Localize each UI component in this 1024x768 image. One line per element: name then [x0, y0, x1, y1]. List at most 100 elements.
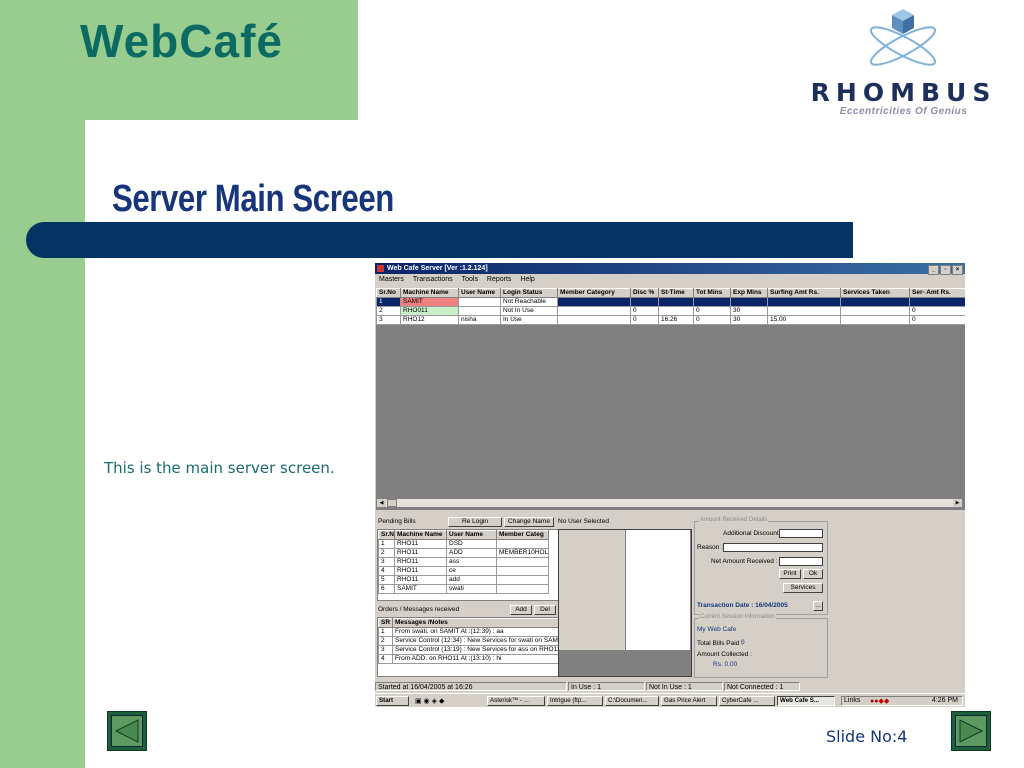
table-row[interactable]: 1 RHO11 DSD [378, 539, 549, 549]
arrow-left-icon [114, 719, 139, 743]
menu-reports[interactable]: Reports [487, 276, 512, 283]
ok-button[interactable]: Ok [803, 569, 823, 579]
grid-horizontal-scrollbar[interactable]: ◀ ▶ [376, 498, 963, 508]
table-row[interactable]: 2 RHO11 ADD MEMBER10HOL [378, 548, 549, 558]
scroll-thumb[interactable] [387, 499, 397, 507]
table-row[interactable]: 1 From swati. on SAMIT At :(12:39) : aa [378, 627, 559, 637]
pending-bills-grid: Sr.N Machine Name User Name Member Categ… [377, 529, 560, 601]
grid-header-cell[interactable]: Machine Name [394, 530, 447, 540]
brand-title: WebCafé [80, 15, 283, 67]
grid-cell: In Use [500, 315, 558, 325]
grid-cell [496, 575, 549, 585]
amount-collected-label: Amount Collected : [697, 651, 752, 658]
grid-cell: SAMIT [400, 297, 459, 307]
next-slide-button[interactable] [951, 711, 991, 751]
grid-cell: 3 [378, 645, 393, 655]
grid-cell [496, 557, 549, 567]
amount-received-fieldset: Amount Received Details Additional Disco… [694, 517, 828, 615]
menu-masters[interactable]: Masters [379, 276, 404, 283]
grid-header-cell[interactable]: Disc % [630, 288, 659, 298]
table-row[interactable]: 2 RHO011 Not In Use 0 0 30 0 [376, 306, 965, 316]
scroll-left-icon[interactable]: ◀ [377, 499, 386, 507]
delete-message-button[interactable]: Del [534, 605, 556, 615]
table-row[interactable]: 6 SAMIT swati [378, 584, 549, 594]
grid-header-cell[interactable]: Services Taken [840, 288, 910, 298]
net-amount-label: Net Amount Received : [711, 558, 778, 565]
clock: 4:26 PM [931, 697, 958, 704]
grid-header-cell[interactable]: Sr.No [376, 288, 401, 298]
grid-cell [630, 297, 659, 307]
task-gas-price-alert[interactable]: Gas Price Alert [661, 696, 717, 706]
grid-cell: RHO11 [394, 557, 447, 567]
grid-cell [909, 297, 965, 307]
server-screenshot: Web Cafe Server [Ver :1.2.124] _ ▫ × Maste… [375, 263, 965, 707]
reason-input[interactable] [723, 543, 823, 552]
links-label[interactable]: Links [844, 697, 860, 704]
quick-launch-icons[interactable]: ▣ ◉ ◈ ◆ [415, 697, 459, 705]
grid-cell: ADD [446, 548, 497, 558]
grid-cell: Not Reachable [500, 297, 558, 307]
grid-cell [658, 297, 694, 307]
start-button[interactable]: Start [376, 696, 409, 706]
relogin-button[interactable]: Re Login [448, 517, 502, 527]
grid-cell: 15.00 [767, 315, 841, 325]
grid-cell [496, 584, 549, 594]
grid-header-cell[interactable]: SR [378, 618, 393, 628]
grid-header-cell[interactable]: Tot Mins [693, 288, 731, 298]
grid-header-cell[interactable]: Sr.N [378, 530, 395, 540]
grid-header-cell[interactable]: Member Category [557, 288, 631, 298]
grid-cell: 2 [378, 548, 395, 558]
change-name-button[interactable]: Change Name [504, 517, 554, 527]
task-asterisk[interactable]: Asterisk™ - ... [487, 696, 545, 706]
grid-header-cell[interactable]: User Name [458, 288, 501, 298]
table-row[interactable]: 5 RHO11 add [378, 575, 549, 585]
table-row[interactable]: 3 Service Control (13:19) : New Services … [378, 645, 559, 655]
tray-icons[interactable]: ●●◆◆ [870, 697, 889, 705]
menu-tools[interactable]: Tools [462, 276, 478, 283]
table-row[interactable]: 4 From ADD. on RHO11 At :(13:10) : hi [378, 654, 559, 664]
grid-header-cell[interactable]: Exp Mins [730, 288, 768, 298]
grid-header-cell[interactable]: Messages /Notes [392, 618, 559, 628]
task-documents[interactable]: C:\Documen... [605, 696, 659, 706]
net-amount-input[interactable] [779, 557, 823, 566]
grid-cell: 1 [378, 539, 395, 549]
date-picker-button[interactable]: ... [813, 601, 823, 611]
menu-help[interactable]: Help [520, 276, 534, 283]
task-cybercafe[interactable]: CyberCafe ... [719, 696, 775, 706]
table-row[interactable]: 3 RHO11 ass [378, 557, 549, 567]
grid-cell: From ADD. on RHO11 At :(13:10) : hi [392, 654, 559, 664]
additional-discount-input[interactable] [779, 529, 823, 538]
table-row[interactable]: 1 SAMIT Not Reachable [376, 297, 965, 307]
grid-header-cell[interactable]: User Name [446, 530, 497, 540]
services-button[interactable]: Services [783, 583, 823, 593]
grid-header-cell[interactable]: Login Status [500, 288, 558, 298]
arrow-right-icon [959, 719, 984, 743]
grid-cell: ce [446, 566, 497, 576]
grid-cell: swati [446, 584, 497, 594]
table-row[interactable]: 3 RHO12 nisha In Use 0 16.26 0 30 15.00 … [376, 315, 965, 325]
task-intrigue[interactable]: Intrigue (ftp... [547, 696, 603, 706]
table-row[interactable]: 2 Service Control (12:34) : New Services … [378, 636, 559, 646]
grid-header-cell[interactable]: St-Time [658, 288, 694, 298]
scroll-right-icon[interactable]: ▶ [953, 499, 962, 507]
window-titlebar[interactable]: Web Cafe Server [Ver :1.2.124] _ ▫ × [375, 263, 965, 275]
grid-cell [458, 306, 501, 316]
grid-cell: From swati. on SAMIT At :(12:39) : aa [392, 627, 559, 637]
session-legend: Current Session Information [699, 614, 776, 620]
grid-header-cell[interactable]: Member Categ [496, 530, 549, 540]
grid-header-cell[interactable]: Surfing Amt Rs. [767, 288, 841, 298]
grid-header-cell[interactable]: Ser- Amt Rs. [909, 288, 965, 298]
menu-transactions[interactable]: Transactions [413, 276, 453, 283]
grid-cell [496, 566, 549, 576]
print-button[interactable]: Print [779, 569, 801, 579]
grid-cell: Not In Use [500, 306, 558, 316]
grid-header-cell[interactable]: Machine Name [400, 288, 459, 298]
table-row[interactable]: 4 RHO11 ce [378, 566, 549, 576]
status-not-in-use: Not In Use : 1 [646, 682, 723, 691]
add-message-button[interactable]: Add [510, 605, 532, 615]
previous-slide-button[interactable] [107, 711, 147, 751]
task-web-cafe-server[interactable]: Web Cafe S... [777, 696, 835, 706]
grid-cell: DSD [446, 539, 497, 549]
grid-cell: 16.26 [658, 315, 694, 325]
system-tray: Links ●●◆◆ 4:26 PM [841, 696, 963, 706]
